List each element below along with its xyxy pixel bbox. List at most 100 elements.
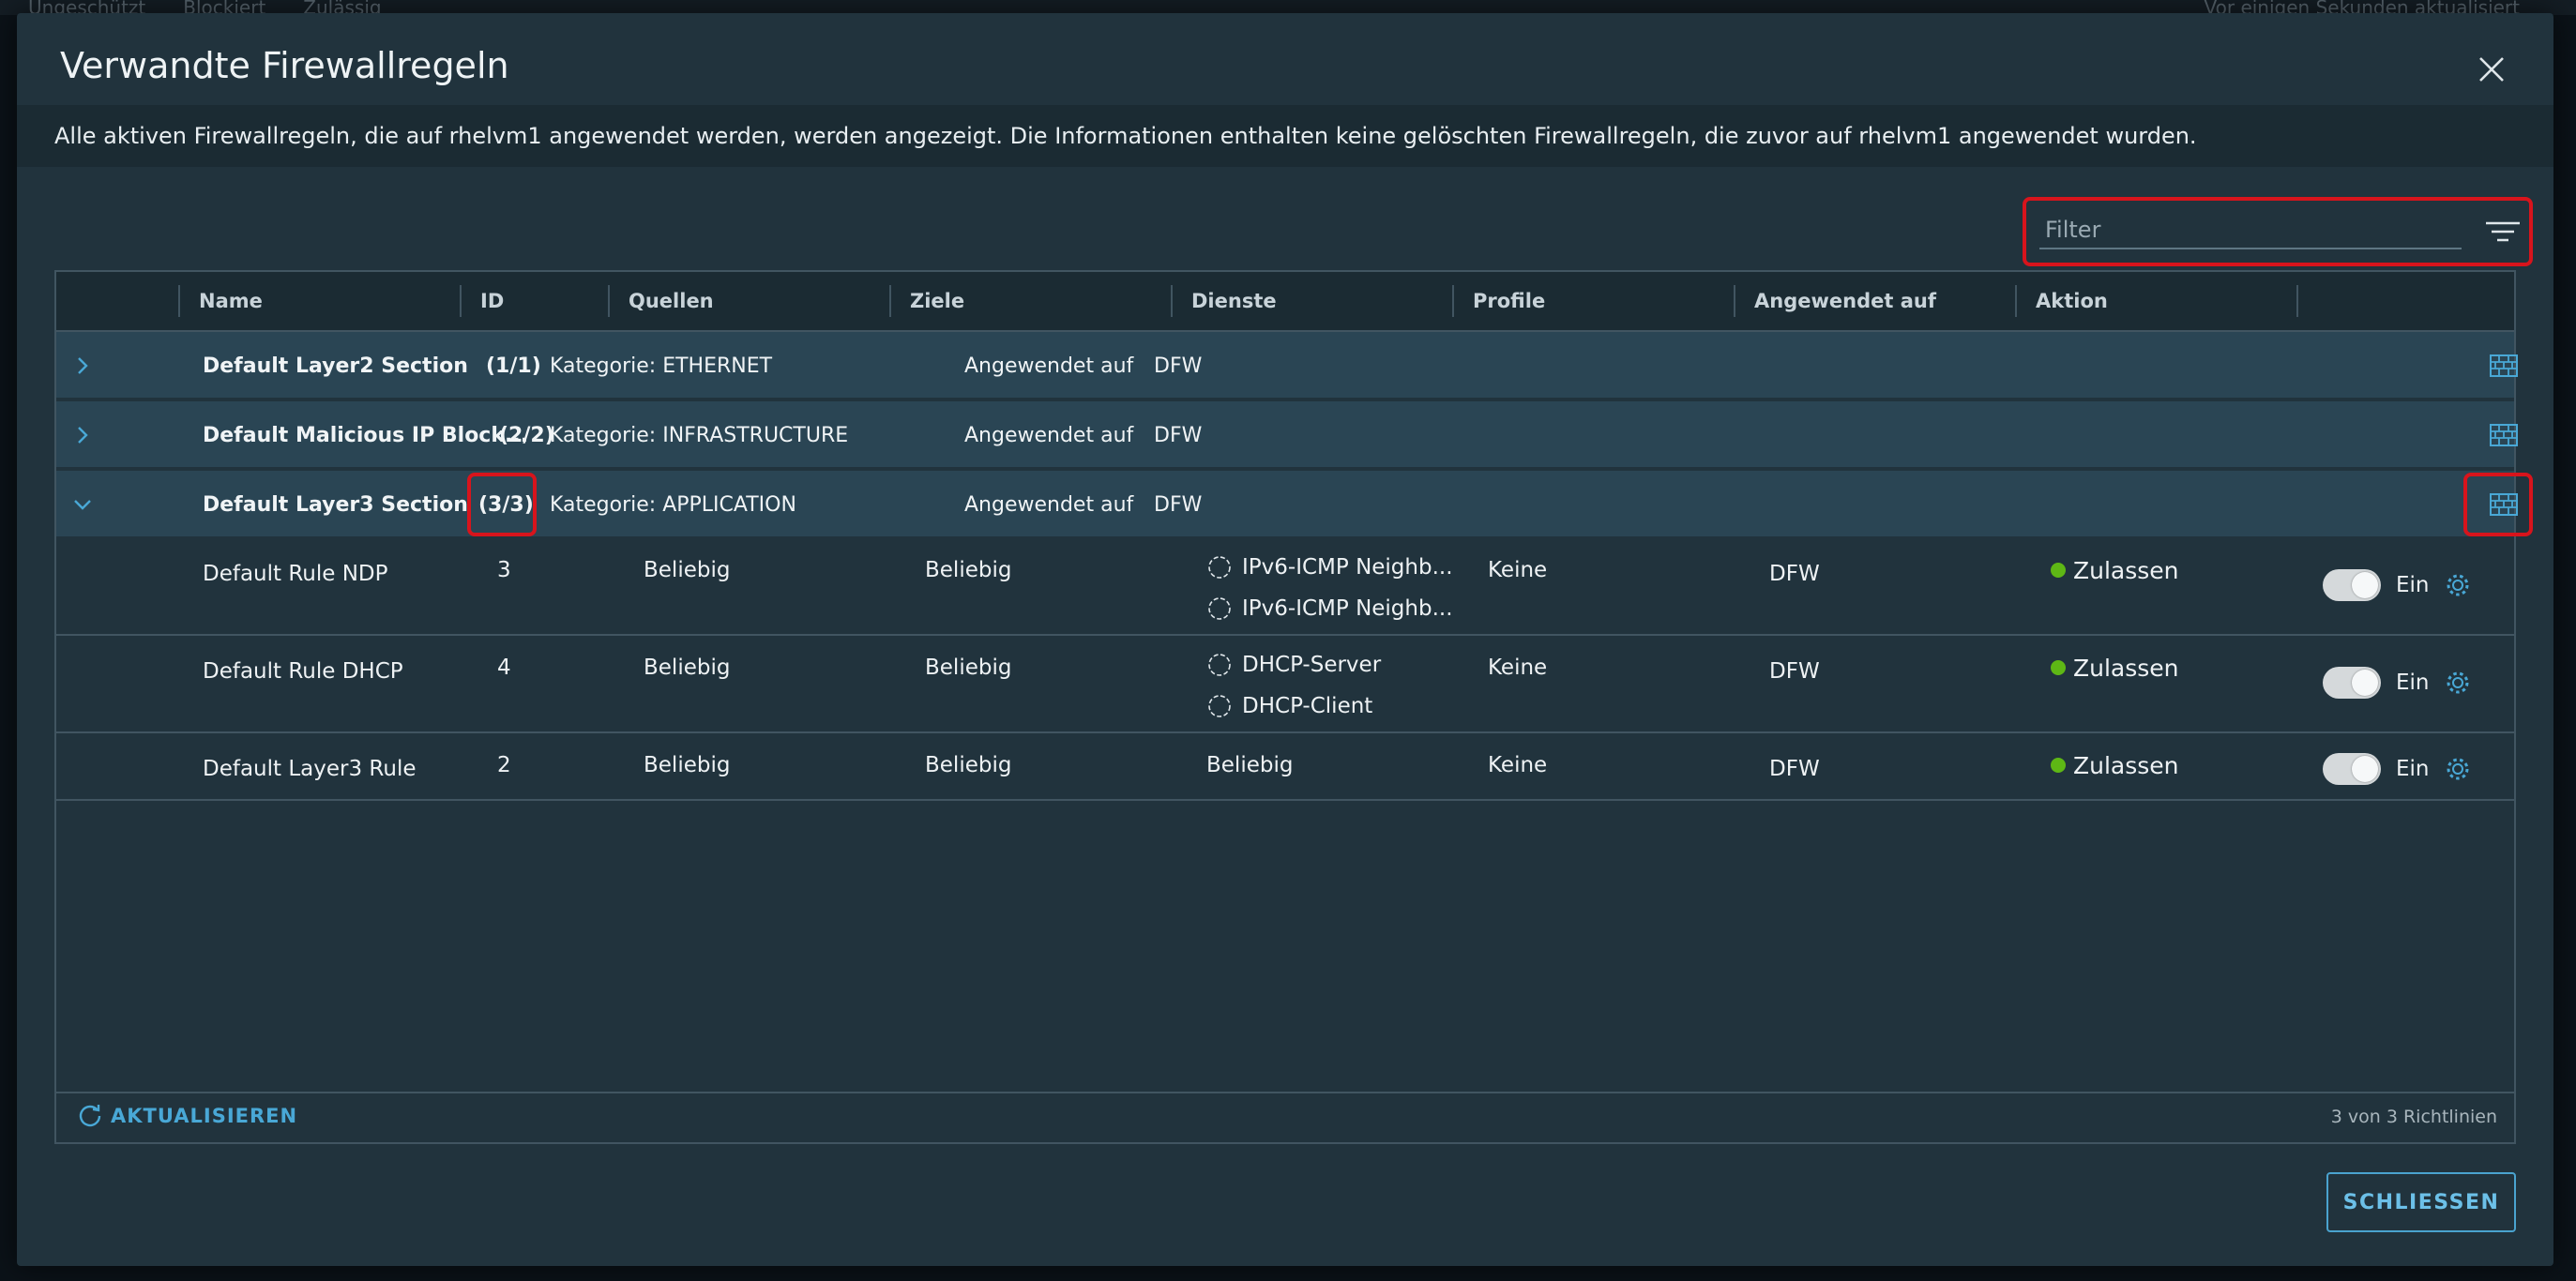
- table-row[interactable]: Default Layer3 Rule 2 Beliebig Beliebig …: [56, 733, 2514, 801]
- section-row[interactable]: Default Layer3 Section (3/3) Kategorie: …: [56, 471, 2518, 538]
- related-firewall-rules-dialog: Verwandte Firewallregeln Alle aktiven Fi…: [17, 13, 2553, 1266]
- rule-enabled: Ein: [2323, 750, 2471, 788]
- refresh-button[interactable]: AKTUALISIEREN: [77, 1103, 297, 1129]
- close-icon[interactable]: [2475, 53, 2508, 86]
- rule-applied-to: DFW: [1769, 659, 1820, 684]
- section-applied-label: Angewendet auf: [964, 492, 1134, 517]
- toggle-label: Ein: [2396, 671, 2430, 695]
- section-name: Default Malicious IP Block...: [203, 423, 529, 447]
- rule-profiles: Keine: [1488, 753, 1548, 777]
- section-applied-value: DFW: [1154, 423, 1203, 447]
- rule-id: 2: [497, 753, 511, 777]
- firewall-section-icon[interactable]: [2490, 332, 2518, 399]
- rule-services: DHCP-Server DHCP-Client: [1206, 649, 1381, 722]
- column-header-services[interactable]: Dienste: [1171, 272, 1452, 330]
- service-icon: [1208, 597, 1231, 620]
- info-banner: Alle aktiven Firewallregeln, die auf rhe…: [17, 105, 2553, 167]
- service-icon: [1208, 654, 1231, 676]
- enable-toggle[interactable]: [2323, 569, 2381, 601]
- service-item[interactable]: DHCP-Server: [1206, 649, 1381, 681]
- rule-enabled: Ein: [2323, 566, 2471, 604]
- action-label: Zulassen: [2073, 556, 2179, 584]
- column-header-id[interactable]: ID: [460, 272, 608, 330]
- enable-toggle[interactable]: [2323, 753, 2381, 785]
- service-icon: [1208, 695, 1231, 717]
- firewall-section-icon[interactable]: [2490, 471, 2518, 538]
- rule-services: Beliebig: [1206, 753, 1294, 777]
- action-label: Zulassen: [2073, 654, 2179, 682]
- expand-chevron-icon[interactable]: [69, 332, 96, 399]
- rule-destinations: Beliebig: [925, 753, 1012, 777]
- rule-action: Zulassen: [2051, 551, 2179, 589]
- toggle-label: Ein: [2396, 573, 2430, 597]
- rule-name: Default Layer3 Rule: [203, 757, 417, 781]
- section-row[interactable]: Default Layer2 Section (1/1) Kategorie: …: [56, 332, 2518, 399]
- info-text: Alle aktiven Firewallregeln, die auf rhe…: [54, 123, 2197, 149]
- settings-gear-icon[interactable]: [2445, 572, 2471, 598]
- rule-profiles: Keine: [1488, 656, 1548, 680]
- rule-applied-to: DFW: [1769, 562, 1820, 586]
- rule-id: 4: [497, 656, 511, 680]
- service-label: IPv6-ICMP Neighb...: [1242, 555, 1453, 580]
- section-applied-label: Angewendet auf: [964, 423, 1134, 447]
- service-label: DHCP-Client: [1242, 694, 1373, 718]
- rule-name: Default Rule NDP: [203, 562, 388, 586]
- settings-gear-icon[interactable]: [2445, 756, 2471, 782]
- allow-status-dot: [2051, 563, 2066, 578]
- service-item[interactable]: IPv6-ICMP Neighb...: [1206, 593, 1453, 625]
- filter-input[interactable]: [2039, 212, 2462, 249]
- section-applied-value: DFW: [1154, 354, 1203, 378]
- filter-highlight: [2023, 197, 2533, 266]
- section-category: Kategorie: INFRASTRUCTURE: [550, 423, 849, 447]
- enable-toggle[interactable]: [2323, 667, 2381, 699]
- rules-grid: Name ID Quellen Ziele Dienste Profile An…: [54, 270, 2533, 1144]
- rule-sources: Beliebig: [644, 558, 731, 582]
- column-header-destinations[interactable]: Ziele: [889, 272, 1171, 330]
- service-label: IPv6-ICMP Neighb...: [1242, 596, 1453, 621]
- rule-services: IPv6-ICMP Neighb... IPv6-ICMP Neighb...: [1206, 551, 1453, 625]
- allow-status-dot: [2051, 660, 2066, 675]
- section-count: (1/1): [486, 354, 541, 378]
- grid-header: Name ID Quellen Ziele Dienste Profile An…: [56, 272, 2514, 332]
- rule-profiles: Keine: [1488, 558, 1548, 582]
- section-row[interactable]: Default Malicious IP Block... (2/2) Kate…: [56, 401, 2518, 469]
- firewall-section-icon[interactable]: [2490, 401, 2518, 469]
- dialog-title: Verwandte Firewallregeln: [60, 45, 509, 86]
- close-dialog-button[interactable]: SCHLIESSEN: [2326, 1172, 2516, 1232]
- service-label: DHCP-Server: [1242, 653, 1382, 677]
- expand-chevron-icon[interactable]: [69, 401, 96, 469]
- rule-enabled: Ein: [2323, 664, 2471, 701]
- rule-destinations: Beliebig: [925, 656, 1012, 680]
- section-category: Kategorie: APPLICATION: [550, 492, 796, 517]
- rule-id: 3: [497, 558, 511, 582]
- grid-footer: AKTUALISIEREN 3 von 3 Richtlinien: [56, 1092, 2514, 1142]
- rule-sources: Beliebig: [644, 656, 731, 680]
- column-header-profiles[interactable]: Profile: [1452, 272, 1734, 330]
- refresh-icon: [79, 1105, 101, 1127]
- section-applied-label: Angewendet auf: [964, 354, 1134, 378]
- action-label: Zulassen: [2073, 751, 2179, 779]
- column-header-applied-to[interactable]: Angewendet auf: [1734, 272, 2015, 330]
- section-category: Kategorie: ETHERNET: [550, 354, 773, 378]
- collapse-chevron-icon[interactable]: [69, 471, 96, 538]
- section-name: Default Layer3 Section: [203, 492, 468, 517]
- toggle-label: Ein: [2396, 757, 2430, 781]
- service-item[interactable]: DHCP-Client: [1206, 690, 1372, 722]
- table-row[interactable]: Default Rule DHCP 4 Beliebig Beliebig DH…: [56, 636, 2514, 733]
- rule-destinations: Beliebig: [925, 558, 1012, 582]
- service-icon: [1208, 556, 1231, 579]
- column-header-name[interactable]: Name: [178, 272, 460, 330]
- rule-action: Zulassen: [2051, 746, 2179, 784]
- filter-icon[interactable]: [2484, 218, 2522, 246]
- section-name: Default Layer2 Section: [203, 354, 468, 378]
- column-header-empty: [2296, 272, 2518, 330]
- column-header-sources[interactable]: Quellen: [608, 272, 889, 330]
- footer-count: 3 von 3 Richtlinien: [2330, 1107, 2497, 1127]
- refresh-label: AKTUALISIEREN: [111, 1105, 298, 1127]
- column-header-action[interactable]: Aktion: [2015, 272, 2296, 330]
- rule-action: Zulassen: [2051, 649, 2179, 686]
- section-count: (2/2): [499, 423, 554, 447]
- service-item[interactable]: IPv6-ICMP Neighb...: [1206, 551, 1453, 583]
- settings-gear-icon[interactable]: [2445, 670, 2471, 696]
- table-row[interactable]: Default Rule NDP 3 Beliebig Beliebig IPv…: [56, 540, 2514, 636]
